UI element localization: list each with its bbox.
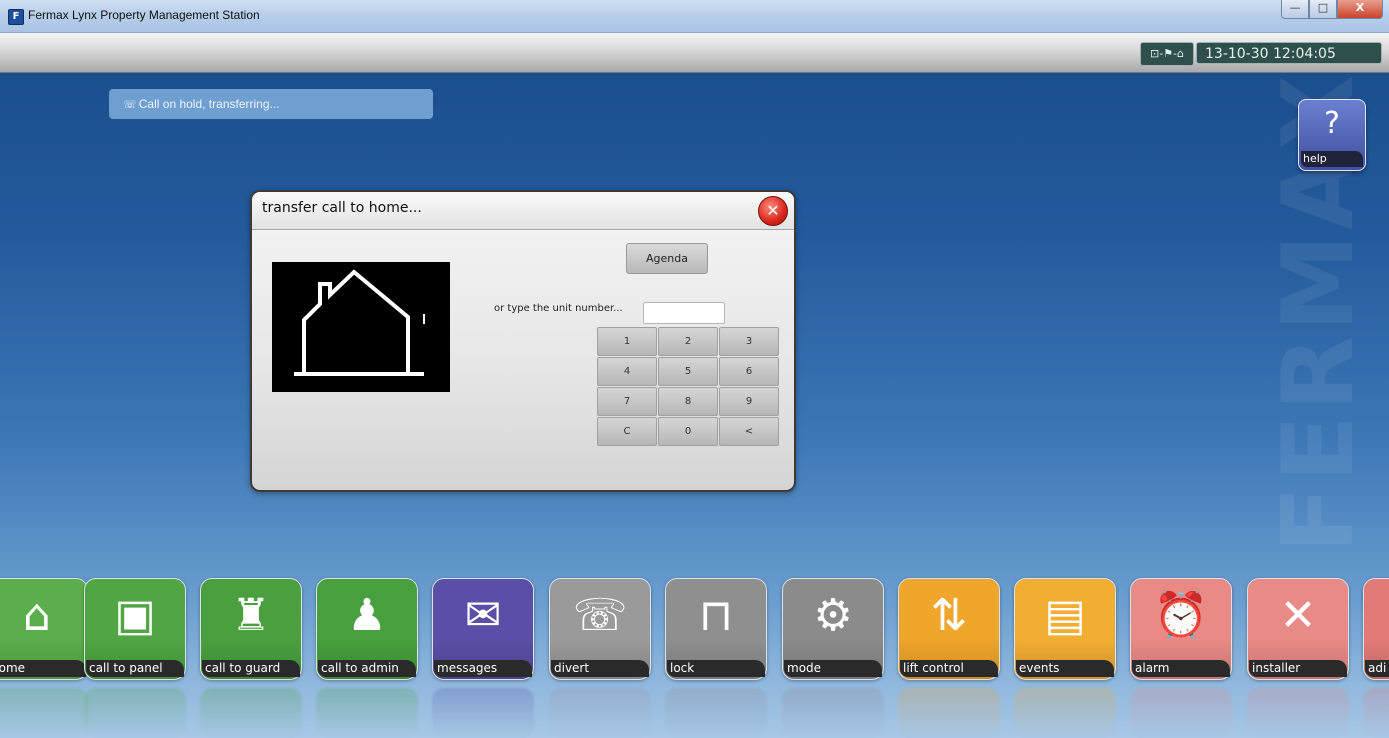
- divert-phone-icon: ☏: [572, 590, 628, 641]
- dock-reflection: [316, 688, 418, 738]
- transfer-call-dialog: transfer call to home... ✕ Agenda or typ…: [250, 190, 796, 492]
- dock-button-events[interactable]: ▤ events: [1014, 578, 1116, 680]
- dock-label: call to admin: [318, 660, 416, 677]
- dock-label: lock: [667, 660, 765, 677]
- connection-status-icon: ⊡-⚑-⌂: [1140, 42, 1194, 66]
- close-window-button[interactable]: X: [1337, 0, 1383, 19]
- lift-icon: ⇅: [930, 590, 968, 641]
- app-logo-icon: F: [8, 9, 24, 25]
- agenda-button[interactable]: Agenda: [626, 243, 708, 274]
- dock-label: alarm: [1132, 660, 1230, 677]
- keypad-key[interactable]: C: [597, 417, 657, 446]
- dock-button-call-to-admin[interactable]: ♟ call to admin: [316, 578, 418, 680]
- dock-reflection: [1130, 688, 1232, 738]
- dock-label: home: [0, 660, 86, 677]
- dock-reflection: [0, 688, 88, 738]
- dock-reflection: [665, 688, 767, 738]
- keypad-key[interactable]: 1: [597, 327, 657, 356]
- datetime-display: 13-10-30 12:04:05: [1196, 42, 1382, 64]
- help-label: help: [1301, 151, 1363, 167]
- numeric-keypad: 1 2 3 4 5 6 7 8 9 C 0 <: [597, 327, 779, 446]
- panel-icon: ▣: [114, 590, 156, 641]
- keypad-key[interactable]: 5: [658, 357, 718, 386]
- dock-label: call to guard: [202, 660, 300, 677]
- house-icon: ⌂: [23, 590, 51, 641]
- dock-button-home[interactable]: ⌂ home: [0, 578, 88, 680]
- call-status-text: Call on hold, transferring...: [138, 97, 280, 111]
- dock-label: lift control: [900, 660, 998, 677]
- keypad-key[interactable]: 9: [719, 387, 779, 416]
- window-controls: — □ X: [1281, 0, 1383, 20]
- dock-label: divert: [551, 660, 649, 677]
- window-title: Fermax Lynx Property Management Station: [28, 8, 260, 22]
- dock-button-lift-control[interactable]: ⇅ lift control: [898, 578, 1000, 680]
- dock-label: events: [1016, 660, 1114, 677]
- unit-number-label: or type the unit number...: [494, 303, 623, 314]
- dialog-header: transfer call to home... ✕: [252, 192, 794, 230]
- dock-reflection: [898, 688, 1000, 738]
- guard-icon: ♜: [231, 590, 271, 641]
- keypad-key[interactable]: 7: [597, 387, 657, 416]
- envelope-icon: ✉: [464, 590, 502, 641]
- padlock-icon: ⊓: [698, 590, 734, 641]
- dock-button-call-to-panel[interactable]: ▣ call to panel: [84, 578, 186, 680]
- function-dock: ⌂ home ▣ call to panel ♜ call to guard ♟ call t…: [0, 578, 1389, 738]
- dock-label: adi: [1365, 660, 1389, 677]
- keypad-key[interactable]: 2: [658, 327, 718, 356]
- dock-reflection: [1363, 688, 1389, 738]
- keypad-key[interactable]: <: [719, 417, 779, 446]
- dock-reflection: [84, 688, 186, 738]
- dock-label: messages: [434, 660, 532, 677]
- maximize-button[interactable]: □: [1309, 0, 1337, 19]
- dock-reflection: [1014, 688, 1116, 738]
- minimize-button[interactable]: —: [1281, 0, 1309, 19]
- dock-button-lock[interactable]: ⊓ lock: [665, 578, 767, 680]
- dock-reflection: [782, 688, 884, 738]
- dock-button-adi[interactable]: adi: [1363, 578, 1389, 680]
- dock-reflection: [1247, 688, 1349, 738]
- dock-button-alarm[interactable]: ⏰ alarm: [1130, 578, 1232, 680]
- tools-icon: ✕: [1279, 590, 1317, 641]
- keypad-key[interactable]: 0: [658, 417, 718, 446]
- keypad-key[interactable]: 3: [719, 327, 779, 356]
- keypad-key[interactable]: 8: [658, 387, 718, 416]
- dock-button-call-to-guard[interactable]: ♜ call to guard: [200, 578, 302, 680]
- house-icon: [272, 262, 450, 392]
- dock-button-installer[interactable]: ✕ installer: [1247, 578, 1349, 680]
- mode-house-gear-icon: ⚙: [813, 590, 853, 641]
- close-dialog-button[interactable]: ✕: [758, 196, 788, 226]
- events-docs-icon: ▤: [1044, 590, 1086, 641]
- dock-button-messages[interactable]: ✉ messages: [432, 578, 534, 680]
- alarm-bell-icon: ⏰: [1153, 590, 1209, 641]
- dock-reflection: [549, 688, 651, 738]
- dock-label: call to panel: [86, 660, 184, 677]
- call-status-banner: ☏ Call on hold, transferring...: [109, 89, 433, 119]
- main-area: FERMAX ☏ Call on hold, transferring... ? …: [0, 73, 1389, 738]
- unit-number-input[interactable]: [643, 302, 725, 324]
- help-button[interactable]: ? help: [1298, 99, 1366, 171]
- top-header-bar: ⊡-⚑-⌂ 13-10-30 12:04:05: [0, 33, 1389, 73]
- window-titlebar: F Fermax Lynx Property Management Statio…: [0, 0, 1389, 33]
- phone-hold-icon: ☏: [123, 99, 137, 111]
- admin-icon: ♟: [347, 590, 387, 641]
- question-mark-icon: ?: [1324, 106, 1340, 141]
- keypad-key[interactable]: 4: [597, 357, 657, 386]
- dock-button-mode[interactable]: ⚙ mode: [782, 578, 884, 680]
- dock-label: installer: [1249, 660, 1347, 677]
- dock-label: mode: [784, 660, 882, 677]
- dock-reflection: [432, 688, 534, 738]
- keypad-key[interactable]: 6: [719, 357, 779, 386]
- dock-reflection: [200, 688, 302, 738]
- dialog-title: transfer call to home...: [262, 200, 422, 216]
- dock-button-divert[interactable]: ☏ divert: [549, 578, 651, 680]
